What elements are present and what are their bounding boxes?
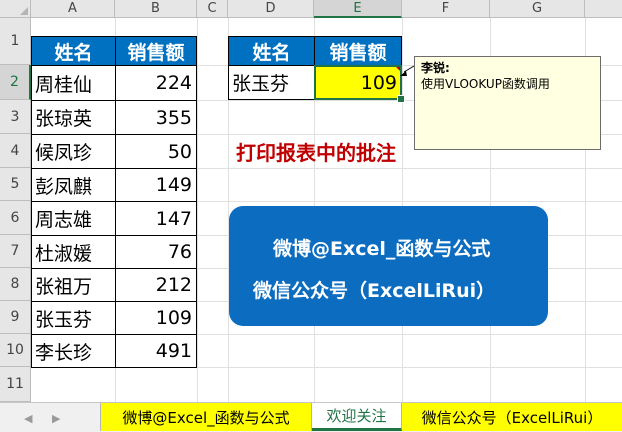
name-cell[interactable]: 周志雄 bbox=[31, 201, 116, 236]
column-header-c[interactable]: C bbox=[197, 0, 228, 18]
sales-cell[interactable]: 50 bbox=[115, 134, 197, 169]
row-header-8[interactable]: 8 bbox=[0, 268, 31, 301]
gridline bbox=[197, 18, 198, 402]
scroll-tabs-left-icon[interactable]: ◀ bbox=[24, 412, 32, 425]
lookup-result-value: 109 bbox=[360, 71, 397, 94]
row-header-9[interactable]: 9 bbox=[0, 301, 31, 334]
column-header-b[interactable]: B bbox=[115, 0, 197, 18]
sales-cell[interactable]: 224 bbox=[115, 65, 197, 101]
comment-text: 使用VLOOKUP函数调用 bbox=[421, 77, 550, 91]
fill-handle[interactable] bbox=[397, 95, 405, 103]
select-all-corner[interactable] bbox=[0, 0, 31, 18]
column-header-e[interactable]: E bbox=[314, 0, 402, 18]
spreadsheet[interactable]: A B C D E F G 1 2 3 4 5 6 7 8 9 10 11 姓名… bbox=[0, 0, 622, 432]
scroll-tabs-right-icon[interactable]: ▶ bbox=[52, 412, 60, 425]
column-header-d[interactable]: D bbox=[228, 0, 314, 18]
info-banner: 微博@Excel_函数与公式 微信公众号（ExcelLiRui） bbox=[229, 206, 548, 326]
lookup-name-cell[interactable]: 张玉芬 bbox=[228, 65, 315, 100]
sales-cell[interactable]: 147 bbox=[115, 201, 197, 236]
name-cell[interactable]: 彭凤麒 bbox=[31, 168, 116, 202]
sales-cell[interactable]: 149 bbox=[115, 168, 197, 202]
name-cell[interactable]: 周桂仙 bbox=[31, 65, 116, 101]
header-name-cell[interactable]: 姓名 bbox=[31, 36, 116, 66]
comment-author: 李锐: bbox=[421, 61, 450, 75]
row-header-2[interactable]: 2 bbox=[0, 65, 31, 100]
name-cell[interactable]: 张祖万 bbox=[31, 268, 116, 302]
name-cell[interactable]: 张玉芬 bbox=[31, 301, 116, 335]
name-cell[interactable]: 杜淑媛 bbox=[31, 235, 116, 269]
print-comment-title: 打印报表中的批注 bbox=[236, 141, 396, 165]
lookup-header-name-cell[interactable]: 姓名 bbox=[228, 36, 315, 66]
column-header-a[interactable]: A bbox=[31, 0, 115, 18]
header-sales-cell[interactable]: 销售额 bbox=[115, 36, 197, 66]
comment-indicator-icon bbox=[395, 66, 401, 72]
column-header-f[interactable]: F bbox=[402, 0, 490, 18]
sales-cell[interactable]: 491 bbox=[115, 334, 197, 368]
row-header-4[interactable]: 4 bbox=[0, 134, 31, 168]
info-weibo-line: 微博@Excel_函数与公式 bbox=[273, 238, 491, 260]
info-wechat-line: 微信公众号（ExcelLiRui） bbox=[253, 280, 496, 302]
column-header-g[interactable]: G bbox=[490, 0, 585, 18]
sheet-tab-weibo[interactable]: 微博@Excel_函数与公式 bbox=[100, 403, 312, 431]
sales-cell[interactable]: 109 bbox=[115, 301, 197, 335]
sheet-tab-bar: ◀ ▶ 微博@Excel_函数与公式 欢迎关注 微信公众号（ExcelLiRui… bbox=[0, 402, 622, 432]
sales-cell[interactable]: 76 bbox=[115, 235, 197, 269]
row-header-10[interactable]: 10 bbox=[0, 334, 31, 367]
row-header-1[interactable]: 1 bbox=[0, 18, 31, 65]
sales-cell[interactable]: 212 bbox=[115, 268, 197, 302]
name-cell[interactable]: 候凤珍 bbox=[31, 134, 116, 169]
sales-cell[interactable]: 355 bbox=[115, 100, 197, 135]
row-header-11[interactable]: 11 bbox=[0, 367, 31, 402]
lookup-result-cell[interactable]: 109 bbox=[314, 65, 402, 100]
lookup-header-sales-cell[interactable]: 销售额 bbox=[314, 36, 402, 66]
column-header-next[interactable] bbox=[585, 0, 622, 18]
cell-comment-box[interactable]: 李锐: 使用VLOOKUP函数调用 bbox=[414, 56, 601, 150]
sheet-tab-welcome[interactable]: 欢迎关注 bbox=[312, 403, 402, 431]
row-header-7[interactable]: 7 bbox=[0, 235, 31, 268]
name-cell[interactable]: 张琼英 bbox=[31, 100, 116, 135]
sheet-tab-wechat[interactable]: 微信公众号（ExcelLiRui） bbox=[402, 403, 622, 431]
row-header-5[interactable]: 5 bbox=[0, 168, 31, 201]
row-header-6[interactable]: 6 bbox=[0, 201, 31, 235]
row-header-3[interactable]: 3 bbox=[0, 100, 31, 134]
name-cell[interactable]: 李长珍 bbox=[31, 334, 116, 368]
